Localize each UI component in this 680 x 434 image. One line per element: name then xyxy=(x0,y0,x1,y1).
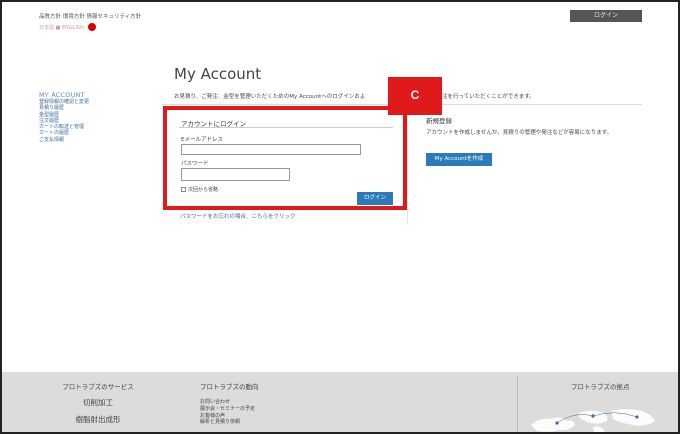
password-label: パスワード xyxy=(181,161,209,167)
login-divider xyxy=(179,127,393,128)
remember-label: 次回から省略 xyxy=(188,187,219,193)
password-field[interactable] xyxy=(181,168,290,181)
footer-link-events[interactable]: 展示会・セミナーの予定 xyxy=(200,406,259,413)
email-field[interactable] xyxy=(181,144,361,155)
account-sidebar: MY ACCOUNT 登録情報の確認と変更 見積り履歴 金型履歴 注文履歴 カー… xyxy=(39,91,159,143)
forgot-password-link[interactable]: パスワードをお忘れの場合、こちらをクリック xyxy=(180,212,296,220)
footer-link-contact[interactable]: お問い合わせ xyxy=(200,399,259,406)
sidebar-item-payment[interactable]: ご支払情報 xyxy=(39,137,159,143)
footer-separator xyxy=(517,376,518,432)
footer-news: プロトラブズの動向 お問い合わせ 展示会・セミナーの予定 お客様の声 解析と見積… xyxy=(200,381,259,426)
footer-services-title: プロトラブズのサービス xyxy=(62,383,134,391)
remember-me[interactable]: 次回から省略 xyxy=(181,186,218,193)
column-divider xyxy=(407,109,408,224)
world-map-icon xyxy=(531,409,655,432)
footer-locations: プロトラブズの拠点 xyxy=(571,381,630,391)
sidebar-title: MY ACCOUNT xyxy=(39,91,85,99)
language-label[interactable]: 日本語 ■ ENGLISH xyxy=(39,24,84,31)
email-label: Eメールアドレス xyxy=(181,137,223,143)
footer-services: プロトラブズのサービス 切削加工 樹脂射出成形 xyxy=(57,381,139,425)
login-form-highlight: アカウントにログイン Eメールアドレス パスワード 次回から省略 ログイン xyxy=(163,106,407,210)
intro-text-lead: お見積り、ご発注、金型を管理いただくためのMy Accountへのログインおよ xyxy=(174,94,366,100)
footer-locations-title: プロトラブズの拠点 xyxy=(571,383,630,391)
header-login-button[interactable]: ログイン xyxy=(570,10,642,22)
page-title: My Account xyxy=(174,65,262,83)
top-policy-links[interactable]: 品質方針 環境方針 情報セキュリティ方針 xyxy=(39,12,141,20)
footer-service-machining[interactable]: 切削加工 xyxy=(57,397,139,408)
new-registration-text: アカウントを作成しませんか。見積りの管理や発注などが容易になります。 xyxy=(426,130,613,136)
new-registration-title: 新規登録 xyxy=(426,117,452,125)
footer-service-injection[interactable]: 樹脂射出成形 xyxy=(57,414,139,425)
page-frame: 品質方針 環境方針 情報セキュリティ方針 日本語 ■ ENGLISH ログイン … xyxy=(0,0,680,434)
footer-news-title: プロトラブズの動向 xyxy=(200,383,259,391)
footer-link-analysis[interactable]: 解析と見積り依頼 xyxy=(200,419,259,426)
japan-flag-icon xyxy=(87,23,96,31)
language-selector[interactable]: 日本語 ■ ENGLISH xyxy=(39,23,96,31)
remember-checkbox[interactable] xyxy=(181,187,186,192)
intro-text-tail: 注を行っていただくことができます。 xyxy=(442,94,535,100)
intro-text: お見積り、ご発注、金型を管理いただくためのMy Accountへのログインおよ … xyxy=(174,92,535,100)
annotation-badge-c: C xyxy=(388,77,442,115)
create-account-button[interactable]: My Accountを作成 xyxy=(426,153,492,166)
login-submit-button[interactable]: ログイン xyxy=(357,192,393,205)
